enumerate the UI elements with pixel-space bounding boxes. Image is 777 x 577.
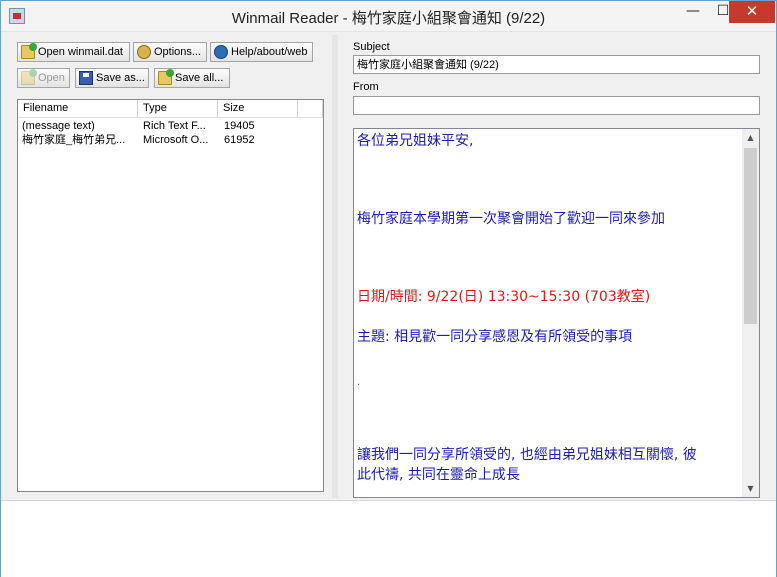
body-line: 梅竹家庭本學期第一次聚會開始了歡迎一同來參加 bbox=[357, 211, 665, 227]
file-list-header: Filename Type Size bbox=[18, 100, 323, 118]
bottom-empty-area bbox=[1, 500, 776, 577]
subject-field[interactable]: 梅竹家庭小組聚會通知 (9/22) bbox=[353, 55, 760, 74]
subject-label: Subject bbox=[353, 41, 390, 53]
body-line: 此代禱, 共同在靈命上成長 bbox=[357, 467, 520, 483]
file-type-cell: Microsoft O... bbox=[143, 134, 209, 146]
column-header-spacer bbox=[298, 100, 323, 117]
message-body[interactable]: 各位弟兄姐妹平安, 梅竹家庭本學期第一次聚會開始了歡迎一同來參加 日期/時間: … bbox=[353, 128, 760, 498]
open-button[interactable]: Open bbox=[17, 68, 70, 88]
file-size-cell: 61952 bbox=[224, 134, 255, 146]
file-list-row[interactable]: (message text) Rich Text F... 19405 bbox=[18, 119, 323, 134]
minimize-button[interactable]: — bbox=[679, 1, 707, 23]
winmail-reader-window: Winmail Reader - 梅竹家庭小組聚會通知 (9/22) — ☐ ✕… bbox=[0, 0, 777, 577]
open-winmail-label: Open winmail.dat bbox=[38, 46, 123, 58]
from-label: From bbox=[353, 81, 379, 93]
window-title: Winmail Reader - 梅竹家庭小組聚會通知 (9/22) bbox=[231, 10, 546, 27]
file-size-cell: 19405 bbox=[224, 120, 255, 132]
body-line: 讓我們一同分享所領受的, 也經由弟兄姐妹相互關懷, 彼 bbox=[357, 447, 697, 463]
open-winmail-button[interactable]: Open winmail.dat bbox=[17, 42, 130, 62]
file-list-row[interactable]: 梅竹家庭_梅竹弟兄... Microsoft O... 61952 bbox=[18, 133, 323, 148]
body-line-topic: 主題: 相見歡一同分享感恩及有所領受的事項 bbox=[357, 329, 633, 345]
options-label: Options... bbox=[154, 46, 202, 58]
file-name-cell: 梅竹家庭_梅竹弟兄... bbox=[22, 134, 126, 146]
options-button[interactable]: Options... bbox=[133, 42, 207, 62]
scroll-up-arrow-icon[interactable]: ▲ bbox=[742, 129, 759, 146]
options-gear-icon bbox=[137, 45, 151, 59]
floppy-disk-icon bbox=[79, 71, 93, 85]
folder-open-icon bbox=[21, 69, 37, 85]
column-header-type[interactable]: Type bbox=[138, 100, 218, 117]
close-button[interactable]: ✕ bbox=[729, 1, 775, 23]
folder-open-icon bbox=[21, 43, 37, 59]
save-as-label: Save as... bbox=[96, 72, 145, 84]
help-globe-icon bbox=[214, 45, 228, 59]
file-type-cell: Rich Text F... bbox=[143, 120, 206, 132]
save-as-button[interactable]: Save as... bbox=[75, 68, 149, 88]
scroll-down-arrow-icon[interactable]: ▼ bbox=[742, 480, 759, 497]
body-line-date-time: 日期/時間: 9/22(日) 13:30~15:30 (703教室) bbox=[357, 289, 651, 305]
from-field[interactable] bbox=[353, 96, 760, 115]
column-header-size[interactable]: Size bbox=[218, 100, 298, 117]
save-all-button[interactable]: Save all... bbox=[154, 68, 230, 88]
body-line: 各位弟兄姐妹平安, bbox=[357, 133, 474, 149]
pane-splitter[interactable] bbox=[332, 35, 338, 498]
file-name-cell: (message text) bbox=[22, 120, 95, 132]
help-about-web-button[interactable]: Help/about/web bbox=[210, 42, 313, 62]
scroll-thumb[interactable] bbox=[744, 148, 757, 324]
message-vertical-scrollbar[interactable]: ▲ ▼ bbox=[742, 129, 759, 497]
column-header-filename[interactable]: Filename bbox=[18, 100, 138, 117]
folder-save-icon bbox=[158, 69, 174, 85]
title-bar[interactable]: Winmail Reader - 梅竹家庭小組聚會通知 (9/22) — ☐ ✕ bbox=[1, 1, 776, 32]
attachment-file-list[interactable]: Filename Type Size (message text) Rich T… bbox=[17, 99, 324, 492]
body-line-dot: . bbox=[357, 377, 361, 388]
open-label: Open bbox=[38, 72, 65, 84]
save-all-label: Save all... bbox=[175, 72, 224, 84]
help-label: Help/about/web bbox=[231, 46, 308, 58]
